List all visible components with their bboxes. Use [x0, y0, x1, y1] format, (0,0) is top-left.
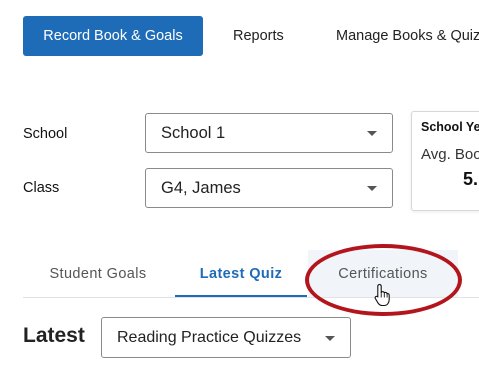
stats-card-value: 5. — [463, 169, 479, 189]
class-select-value: G4, James — [161, 178, 241, 197]
nav-record-book-goals-button[interactable]: Record Book & Goals — [23, 16, 203, 56]
class-label: Class — [23, 180, 60, 196]
school-select-value: School 1 — [161, 123, 226, 142]
class-select[interactable]: G4, James — [145, 168, 393, 208]
tab-certifications-label: Certifications — [338, 265, 428, 282]
chevron-down-icon — [367, 186, 377, 191]
nav-record-book-goals-label: Record Book & Goals — [43, 28, 183, 44]
quiz-type-select-value: Reading Practice Quizzes — [117, 328, 302, 346]
nav-manage-books-quizzes-link[interactable]: Manage Books & Quizz — [336, 16, 479, 56]
tabs-divider — [23, 297, 479, 298]
school-label: School — [23, 126, 68, 142]
tab-student-goals[interactable]: Student Goals — [23, 250, 173, 297]
tab-latest-quiz[interactable]: Latest Quiz — [175, 250, 307, 297]
chevron-down-icon — [367, 131, 377, 136]
stats-card-title: School Ye — [421, 120, 479, 134]
latest-heading: Latest — [23, 324, 85, 347]
school-year-stats-card: School Ye Avg. Boo 5. — [411, 111, 479, 211]
tab-latest-quiz-label: Latest Quiz — [199, 265, 283, 282]
nav-reports-label: Reports — [233, 28, 284, 44]
tab-student-goals-label: Student Goals — [49, 265, 147, 282]
top-navigation: Record Book & Goals Reports Manage Books… — [0, 0, 479, 70]
nav-manage-label: Manage Books & Quizz — [336, 28, 479, 44]
school-select[interactable]: School 1 — [145, 113, 393, 153]
chevron-down-icon — [325, 335, 335, 341]
hand-pointer-icon — [374, 283, 390, 307]
stats-card-subtitle: Avg. Boo — [421, 146, 479, 163]
active-tab-indicator — [175, 295, 307, 297]
quiz-type-select[interactable]: Reading Practice Quizzes — [101, 317, 351, 358]
nav-reports-link[interactable]: Reports — [233, 16, 284, 56]
